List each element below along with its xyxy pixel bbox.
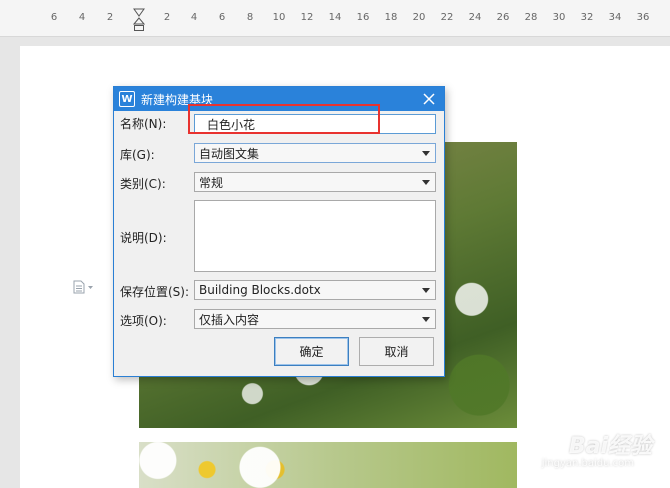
indent-marker-icon[interactable] <box>133 8 145 32</box>
chevron-down-icon <box>422 317 430 322</box>
save-location-row: 保存位置(S): <box>120 283 194 300</box>
daisy-photo[interactable] <box>139 442 517 488</box>
save-location-label: 保存位置(S): <box>120 285 190 299</box>
ruler-tick: 4 <box>190 12 198 23</box>
close-icon <box>423 93 435 105</box>
name-input[interactable]: 白色小花 <box>194 114 436 134</box>
save-location-select[interactable]: Building Blocks.dotx <box>194 280 436 300</box>
watermark-logo: Bai经验 <box>568 434 652 459</box>
description-textarea[interactable] <box>194 200 436 272</box>
description-label: 说明(D): <box>120 231 167 245</box>
new-building-block-dialog: W 新建构建基块 名称(N): 白色小花 库(G): 自动图文集 类别(C): … <box>113 86 445 377</box>
ruler-tick: 16 <box>356 12 370 23</box>
category-select[interactable]: 常规 <box>194 172 436 192</box>
ruler-tick: 6 <box>50 12 58 23</box>
category-row: 类别(C): <box>120 175 190 192</box>
ruler-tick: 34 <box>608 12 622 23</box>
ruler-tick: 6 <box>218 12 226 23</box>
ruler-tick: 18 <box>384 12 398 23</box>
chevron-down-icon <box>422 151 430 156</box>
options-select-value: 仅插入内容 <box>199 312 260 327</box>
ruler-tick: 4 <box>78 12 86 23</box>
gallery-label: 库(G): <box>120 148 155 162</box>
ruler-tick: 2 <box>106 12 114 23</box>
ruler-tick: 26 <box>496 12 510 23</box>
name-row: 名称(N): <box>120 115 190 132</box>
dialog-title: 新建构建基块 <box>141 92 214 107</box>
dialog-titlebar[interactable]: W 新建构建基块 <box>114 87 444 111</box>
chevron-down-icon <box>422 180 430 185</box>
category-select-value: 常规 <box>199 175 224 190</box>
cancel-button[interactable]: 取消 <box>359 337 434 366</box>
options-select[interactable]: 仅插入内容 <box>194 309 436 329</box>
horizontal-ruler[interactable]: 6 4 2 2 4 6 8 10 12 14 16 18 20 22 24 26… <box>0 0 670 37</box>
ruler-tick: 36 <box>636 12 650 23</box>
category-label: 类别(C): <box>120 177 166 191</box>
chevron-down-icon <box>422 288 430 293</box>
ruler-tick: 2 <box>163 12 171 23</box>
watermark-url: jingyan.baidu.com <box>541 458 634 469</box>
paste-options-icon[interactable] <box>72 280 94 294</box>
save-location-value: Building Blocks.dotx <box>199 283 321 297</box>
ruler-tick: 8 <box>246 12 254 23</box>
options-label: 选项(O): <box>120 314 167 328</box>
options-row: 选项(O): <box>120 312 190 329</box>
ok-button[interactable]: 确定 <box>274 337 349 366</box>
name-label: 名称(N): <box>120 117 167 131</box>
ruler-tick: 10 <box>272 12 286 23</box>
ruler-tick: 22 <box>440 12 454 23</box>
ruler-tick: 14 <box>328 12 342 23</box>
ruler-tick: 12 <box>300 12 314 23</box>
gallery-select[interactable]: 自动图文集 <box>194 143 436 163</box>
close-button[interactable] <box>420 90 438 108</box>
ruler-tick: 24 <box>468 12 482 23</box>
gallery-row: 库(G): <box>120 146 190 163</box>
ruler-tick: 28 <box>524 12 538 23</box>
wps-writer-icon: W <box>119 91 135 107</box>
ruler-tick: 20 <box>412 12 426 23</box>
ruler-tick: 30 <box>552 12 566 23</box>
ruler-tick: 32 <box>580 12 594 23</box>
description-row: 说明(D): <box>120 229 190 246</box>
gallery-select-value: 自动图文集 <box>199 146 260 161</box>
